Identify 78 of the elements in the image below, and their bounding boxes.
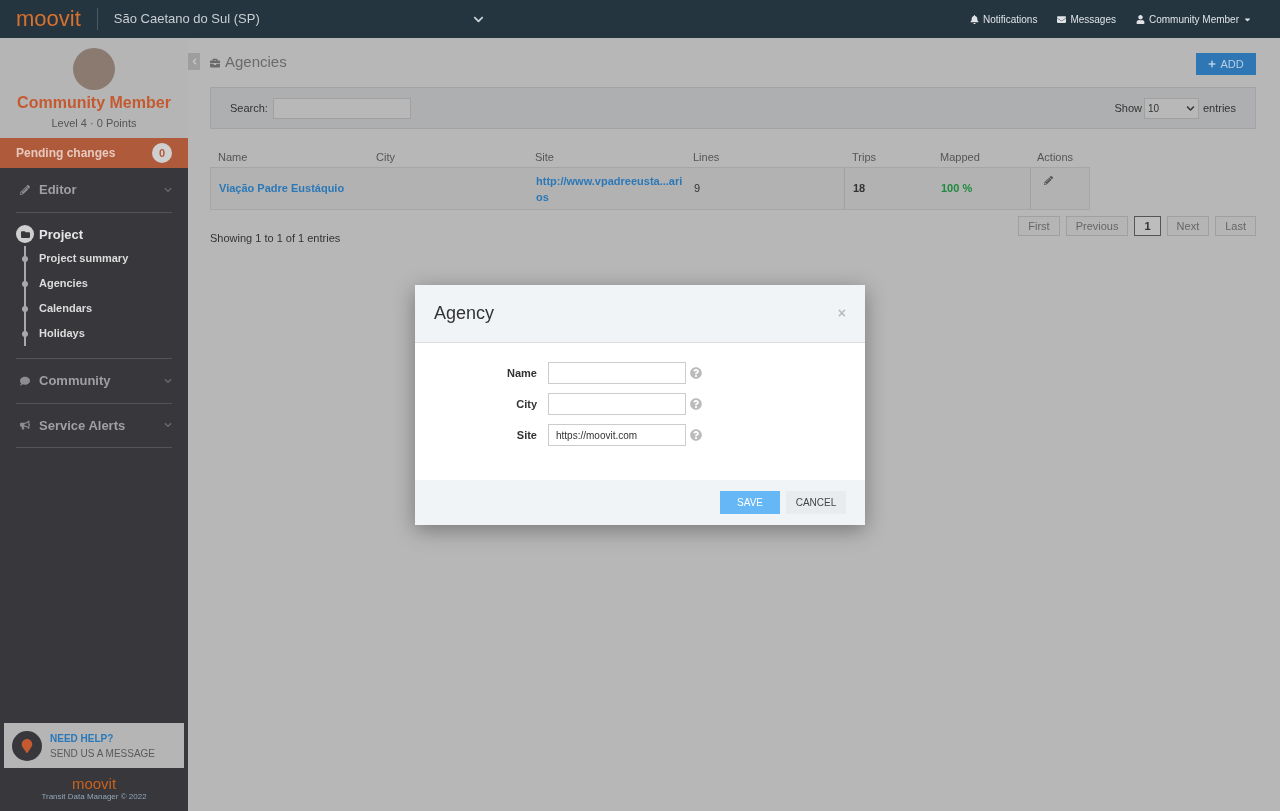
avatar: [73, 48, 115, 90]
column-header[interactable]: Site: [527, 148, 685, 166]
chevron-icon: [1185, 103, 1195, 113]
site-link[interactable]: http://www.vpadreeusta...arios: [528, 172, 686, 205]
show-label: Show: [1114, 100, 1142, 116]
search-field[interactable]: [272, 97, 411, 119]
sidebar-section[interactable]: Service Alerts: [16, 415, 172, 435]
input-field[interactable]: https://moovit.com: [548, 424, 686, 446]
sidebar-item[interactable]: Project summary: [39, 250, 129, 267]
pending-label: Pending changes: [16, 145, 116, 162]
sidebar-section[interactable]: Editor: [16, 180, 172, 200]
pagination-button[interactable]: Previous: [1065, 216, 1129, 236]
briefcase-icon: [210, 57, 220, 68]
bell-icon: [969, 14, 979, 24]
column-header[interactable]: Trips: [844, 148, 932, 166]
help-icon: [690, 398, 702, 410]
field-label: Site: [515, 427, 537, 443]
sidebar-item[interactable]: Agencies: [39, 275, 88, 292]
help-icon: [690, 367, 702, 379]
column-header[interactable]: Mapped: [932, 148, 1029, 166]
input-field[interactable]: [548, 393, 686, 415]
help-subtitle: SEND US A MESSAGE: [50, 746, 156, 761]
pending-count: 0: [152, 143, 172, 163]
top-link[interactable]: Notifications: [969, 11, 1038, 27]
dialog-title: Agency: [434, 302, 495, 325]
chevron-icon: [164, 185, 172, 194]
top-link[interactable]: Messages: [1057, 11, 1116, 27]
top-link[interactable]: Community Member: [1135, 11, 1252, 27]
sidebar-section[interactable]: Project: [16, 224, 172, 244]
help-icon: [690, 429, 702, 441]
help-title: NEED HELP?: [50, 731, 115, 746]
field-label: Name: [506, 365, 537, 381]
sidebar-item[interactable]: Calendars: [39, 300, 93, 317]
plus-icon: [1208, 60, 1217, 68]
table-cell-text: 18: [852, 181, 867, 197]
pencil-icon: [1043, 176, 1053, 185]
column-header[interactable]: Name: [210, 148, 368, 166]
pin-icon: [20, 738, 34, 753]
megaphone-icon: [20, 420, 30, 431]
collapse-sidebar-button[interactable]: [188, 53, 200, 70]
page-title: Agencies: [225, 52, 287, 73]
table-cell: 9: [686, 168, 845, 209]
profile-name: Community Member: [17, 93, 171, 113]
pagination-button[interactable]: Last: [1215, 216, 1256, 236]
pagination-button[interactable]: Next: [1166, 216, 1210, 236]
profile-level: Level 4 · 0 Points: [51, 116, 137, 131]
footer-logo: moovit: [71, 776, 117, 791]
page-size-select[interactable]: 10: [1143, 97, 1199, 119]
entries-label: entries: [1202, 100, 1236, 116]
region-selector[interactable]: São Caetano do Sul (SP): [113, 9, 484, 29]
column-header[interactable]: Actions: [1029, 148, 1084, 166]
chevron-icon: [164, 376, 172, 385]
mapped-cell-text: 100 %: [940, 181, 974, 197]
chevron-left-icon: [190, 58, 198, 65]
folder-icon: [20, 229, 30, 239]
chevron-icon: [164, 421, 172, 430]
agency-name-link[interactable]: Viação Padre Eustáquio: [211, 180, 369, 197]
column-header[interactable]: Lines: [685, 148, 844, 166]
column-header[interactable]: City: [368, 148, 527, 166]
add-button[interactable]: ADD: [1196, 53, 1256, 75]
pagination-button[interactable]: 1: [1134, 216, 1161, 236]
sidebar-item[interactable]: Holidays: [39, 325, 85, 342]
help-card[interactable]: NEED HELP? SEND US A MESSAGE: [4, 723, 184, 768]
save-button[interactable]: SAVE: [720, 491, 780, 514]
field-label: City: [515, 396, 537, 412]
cancel-button[interactable]: CANCEL: [786, 491, 846, 514]
pencil-icon: [20, 184, 30, 195]
envelope-icon: [1057, 14, 1067, 24]
pagination-button[interactable]: First: [1018, 216, 1060, 236]
pending-changes-bar[interactable]: Pending changes 0: [0, 138, 188, 168]
footer-caption: Transit Data Manager © 2022: [41, 791, 147, 803]
speech-bubble-icon: [20, 375, 30, 386]
user-icon: [1135, 14, 1145, 24]
input-field[interactable]: [548, 362, 686, 384]
sidebar-section[interactable]: Community: [16, 371, 172, 391]
table-info: Showing 1 to 1 of 1 entries: [210, 231, 341, 246]
logo[interactable]: moovit: [16, 8, 98, 30]
search-label: Search:: [230, 100, 268, 116]
